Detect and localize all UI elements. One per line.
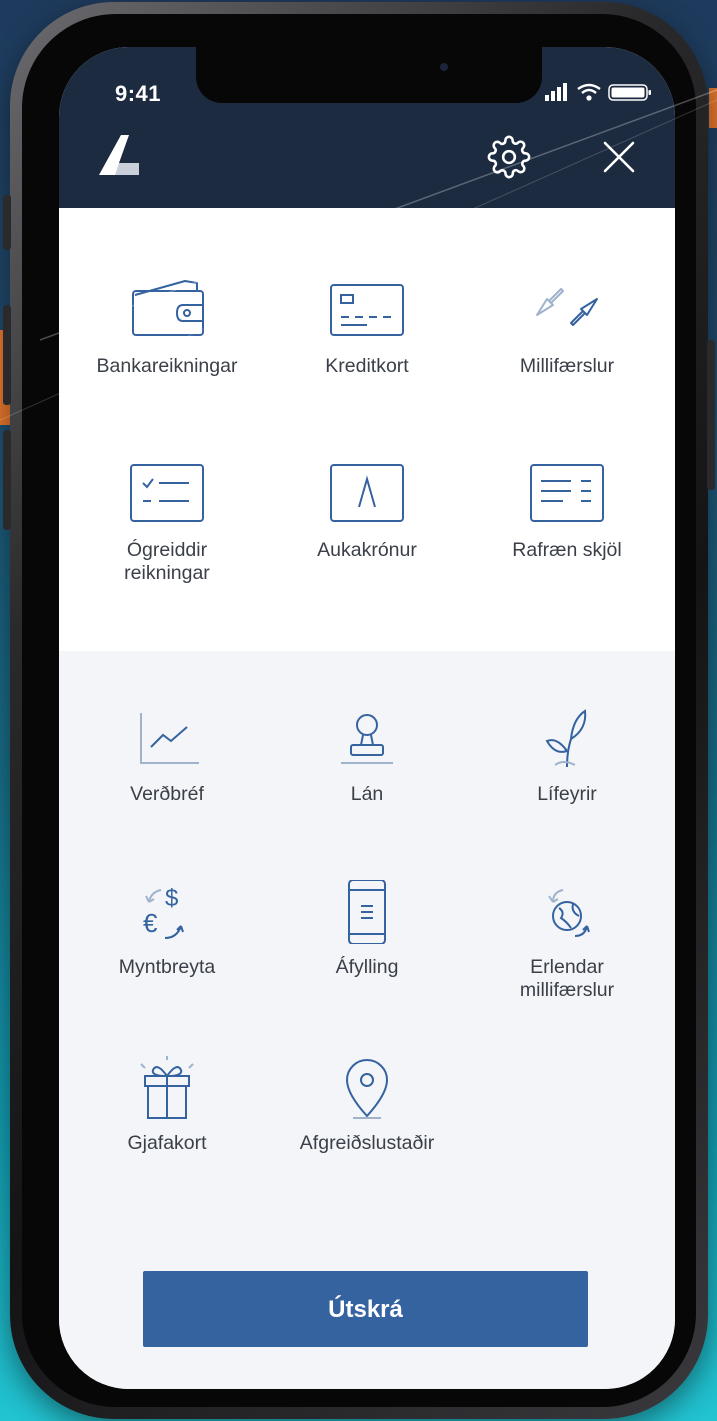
status-indicators-icon (545, 83, 651, 101)
menu-item-lifeyrir[interactable]: Lífeyrir (467, 707, 667, 806)
menu-item-label: Kreditkort (325, 355, 409, 377)
globe-transfer-icon (548, 889, 590, 937)
menu-item-afylling[interactable]: Áfylling (267, 880, 467, 979)
gift-icon (140, 1056, 194, 1119)
menu-item-label: Millifærslur (519, 355, 615, 377)
menu-item-myntbreyta[interactable]: $ € Myntbreyta (67, 880, 267, 979)
phone-side-button (707, 340, 715, 490)
menu-item-bankareikningar[interactable]: Bankareikningar (67, 271, 267, 378)
menu-item-kreditkort[interactable]: Kreditkort (267, 271, 467, 378)
phone-notch (196, 47, 542, 103)
menu-item-erlendar-millifaerslur[interactable]: Erlendar millifærslur (467, 880, 667, 1002)
phone-side-button (3, 195, 11, 250)
checklist-icon (130, 464, 204, 522)
wallet-icon (132, 280, 204, 336)
stamp-icon (341, 714, 393, 764)
menu-item-verdbref[interactable]: Verðbréf (67, 707, 267, 806)
menu-item-lan[interactable]: Lán (267, 707, 467, 806)
logout-button[interactable]: Útskrá (143, 1271, 588, 1347)
document-icon (530, 464, 604, 522)
menu-item-label: Myntbreyta (118, 956, 216, 978)
svg-text:€: € (143, 908, 158, 938)
sprout-icon (545, 709, 587, 768)
phone-topup-icon (348, 880, 386, 944)
app-header: 9:41 (59, 47, 675, 208)
currency-exchange-icon: $ € (143, 885, 184, 939)
close-button[interactable] (599, 137, 639, 177)
menu-item-aukakronur[interactable]: Aukakrónur (267, 455, 467, 562)
close-icon (603, 141, 635, 173)
menu-item-label: Erlendar millifærslur (519, 956, 615, 1001)
line-chart-icon (140, 713, 199, 764)
menu-item-ogreiddir-reikningar[interactable]: Ógreiddir reikningar (67, 455, 267, 585)
menu-item-label: Áfylling (335, 956, 399, 978)
menu-item-label: Gjafakort (127, 1132, 207, 1154)
menu-item-gjafakort[interactable]: Gjafakort (67, 1056, 267, 1155)
menu-item-label: Lífeyrir (537, 783, 597, 805)
aukakronur-card-icon (330, 464, 404, 522)
menu-item-label: Rafræn skjöl (512, 539, 622, 561)
settings-button[interactable] (487, 135, 531, 179)
menu-item-afgreidslustadir[interactable]: Afgreiðslustaðir (267, 1056, 467, 1155)
location-pin-icon (345, 1059, 389, 1119)
menu-item-rafraen-skjol[interactable]: Rafræn skjöl (467, 455, 667, 562)
credit-card-icon (330, 284, 404, 336)
camera-icon (440, 63, 448, 71)
background-accent (709, 88, 717, 128)
menu-item-label: Lán (350, 783, 384, 805)
menu-item-label: Bankareikningar (96, 355, 238, 377)
menu-item-millifaerslur[interactable]: Millifærslur (467, 271, 667, 378)
status-time: 9:41 (115, 81, 162, 106)
menu-item-label: Ógreiddir reikningar (124, 539, 210, 584)
settings-icon (487, 135, 531, 179)
menu-item-label: Verðbréf (130, 783, 204, 805)
menu-item-label: Afgreiðslustaðir (299, 1132, 435, 1154)
transfer-arrows-icon (536, 288, 598, 326)
bank-logo (99, 135, 139, 175)
menu-item-label: Aukakrónur (317, 539, 417, 561)
phone-side-button (3, 305, 11, 405)
phone-side-button (3, 430, 11, 530)
svg-text:$: $ (165, 885, 178, 912)
app-screen: 9:41 Bankareikningar Kreditkort Millifær… (59, 47, 675, 1389)
